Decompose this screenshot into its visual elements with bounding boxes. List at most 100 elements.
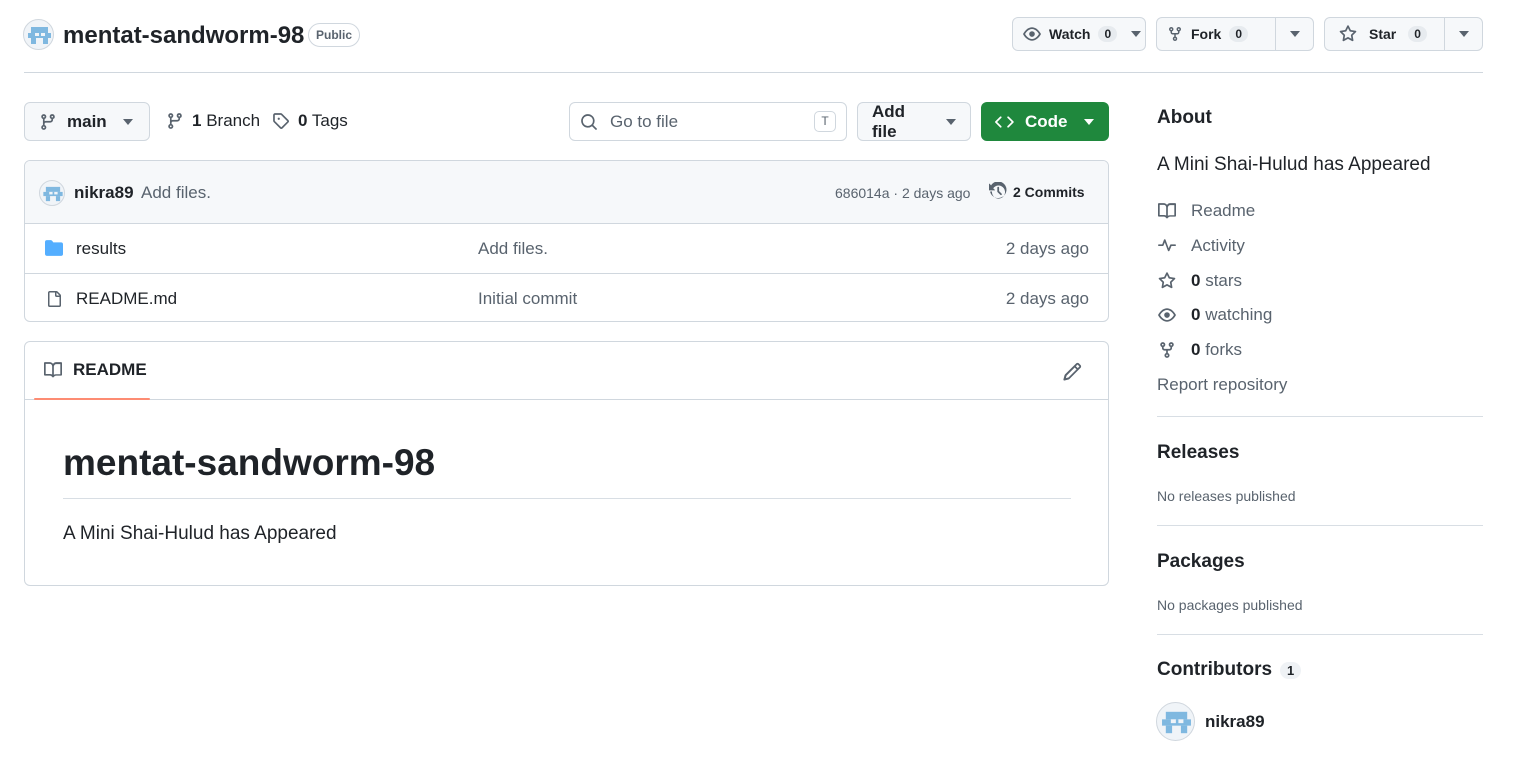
releases-empty: No releases published: [1157, 488, 1296, 504]
caret-down-icon: [1289, 31, 1300, 37]
file-row-results[interactable]: results Add files. 2 days ago: [25, 224, 1108, 273]
tags-count: 0: [298, 111, 308, 130]
eye-icon: [1023, 25, 1041, 43]
tags-label: Tags: [311, 111, 348, 130]
watch-button-group[interactable]: Watch 0: [1012, 17, 1146, 51]
commits-count-label: 2 Commits: [1013, 183, 1085, 200]
repo-name[interactable]: mentat-sandworm-98: [63, 21, 304, 51]
caret-down-icon: [946, 118, 956, 125]
repo-description: A Mini Shai-Hulud has Appeared: [1157, 154, 1431, 175]
fork-button-group[interactable]: Fork 0: [1156, 17, 1314, 51]
packages-title[interactable]: Packages: [1157, 551, 1245, 573]
stars-link[interactable]: 0 stars: [1157, 271, 1242, 291]
contributors-header[interactable]: Contributors 1: [1157, 659, 1302, 681]
forks-link[interactable]: 0 forks: [1157, 340, 1242, 360]
file-name[interactable]: results: [76, 239, 126, 259]
branches-link[interactable]: 1 Branch: [166, 111, 260, 131]
caret-down-icon: [1458, 31, 1469, 37]
readme-tab[interactable]: README: [43, 360, 147, 380]
readme-heading: mentat-sandworm-98: [63, 442, 436, 483]
repo-forked-icon: [1157, 341, 1177, 359]
fork-dropdown[interactable]: [1275, 18, 1313, 50]
tags-link[interactable]: 0 Tags: [272, 111, 348, 131]
contributors-count: 1: [1280, 661, 1302, 679]
book-icon: [1157, 202, 1177, 220]
watching-link[interactable]: 0 watching: [1157, 305, 1272, 325]
contributor-login[interactable]: nikra89: [1205, 712, 1265, 732]
search-icon: [580, 113, 598, 131]
add-file-label: Add file: [872, 101, 906, 141]
readme-heading-rule: [63, 498, 1071, 499]
watching-label: watching: [1205, 305, 1273, 324]
fork-label: Fork: [1191, 26, 1222, 42]
code-icon: [995, 113, 1015, 131]
watch-count: 0: [1098, 26, 1118, 42]
watch-button[interactable]: Watch 0: [1013, 18, 1127, 50]
stars-label: stars: [1205, 271, 1243, 290]
star-button-group[interactable]: Star 0: [1324, 17, 1483, 51]
packages-empty: No packages published: [1157, 597, 1303, 613]
pulse-icon: [1157, 237, 1177, 255]
commit-author-avatar[interactable]: [39, 180, 65, 206]
branch-select-button[interactable]: main: [24, 102, 150, 141]
add-file-button[interactable]: Add file: [857, 102, 971, 141]
file-commit-message[interactable]: Add files.: [478, 239, 548, 259]
fork-count: 0: [1229, 26, 1249, 42]
go-to-file-placeholder: Go to file: [610, 111, 679, 131]
readme-body: A Mini Shai-Hulud has Appeared: [63, 523, 337, 544]
pencil-icon[interactable]: [1063, 362, 1082, 381]
caret-down-icon: [1131, 31, 1142, 37]
star-icon: [1339, 25, 1357, 43]
caret-down-icon: [1083, 118, 1094, 125]
branch-name: main: [67, 111, 107, 131]
star-dropdown[interactable]: [1444, 18, 1482, 50]
fork-button[interactable]: Fork 0: [1157, 18, 1275, 50]
watch-dropdown[interactable]: [1127, 18, 1145, 50]
star-count: 0: [1408, 26, 1427, 42]
go-to-file-input[interactable]: Go to file T: [569, 102, 847, 141]
git-branch-icon: [39, 113, 57, 131]
file-row-readme[interactable]: README.md Initial commit 2 days ago: [25, 273, 1108, 321]
git-branch-icon: [166, 112, 184, 130]
branches-label: Branch: [206, 111, 261, 130]
releases-title[interactable]: Releases: [1157, 442, 1239, 464]
contributor-avatar[interactable]: [1156, 702, 1195, 741]
file-browser: nikra89 Add files. 686014a · 2 days ago …: [24, 160, 1109, 322]
activity-label: Activity: [1191, 236, 1245, 255]
file-updated-time: 2 days ago: [1005, 289, 1089, 308]
file-icon: [46, 289, 62, 309]
sidebar-divider: [1157, 416, 1483, 417]
readme-link[interactable]: Readme: [1157, 201, 1255, 221]
sidebar-divider: [1157, 634, 1483, 635]
eye-icon: [1157, 306, 1177, 324]
commit-author[interactable]: nikra89: [74, 183, 134, 203]
code-button[interactable]: Code: [981, 102, 1109, 141]
forks-label: forks: [1205, 340, 1243, 359]
branches-count: 1: [192, 111, 202, 130]
history-icon: [989, 182, 1008, 201]
latest-commit-bar: nikra89 Add files. 686014a · 2 days ago …: [25, 161, 1108, 224]
star-icon: [1157, 272, 1177, 290]
visibility-badge: Public: [308, 23, 361, 47]
readme-tab-label: README: [73, 360, 147, 379]
star-label: Star: [1369, 26, 1397, 42]
commit-hash-time[interactable]: 686014a · 2 days ago: [835, 185, 970, 201]
star-button[interactable]: Star 0: [1325, 18, 1444, 50]
sidebar-divider: [1157, 525, 1483, 526]
commits-link[interactable]: 2 Commits: [989, 182, 1085, 201]
file-commit-message[interactable]: Initial commit: [478, 289, 577, 309]
watching-count: 0: [1191, 305, 1201, 324]
forks-count: 0: [1191, 340, 1201, 359]
report-repository-link[interactable]: Report repository: [1157, 375, 1287, 395]
repo-forked-icon: [1167, 25, 1183, 43]
header-divider: [24, 72, 1483, 73]
activity-link[interactable]: Activity: [1157, 236, 1245, 256]
repo-owner-avatar[interactable]: [23, 19, 54, 50]
contributors-title: Contributors: [1157, 659, 1273, 680]
readme-panel: README mentat-sandworm-98 A Mini Shai-Hu…: [24, 341, 1109, 586]
file-name[interactable]: README.md: [76, 289, 177, 309]
tag-icon: [272, 112, 290, 130]
watch-label: Watch: [1049, 26, 1091, 42]
commit-message[interactable]: Add files.: [141, 183, 211, 203]
caret-down-icon: [122, 118, 133, 125]
